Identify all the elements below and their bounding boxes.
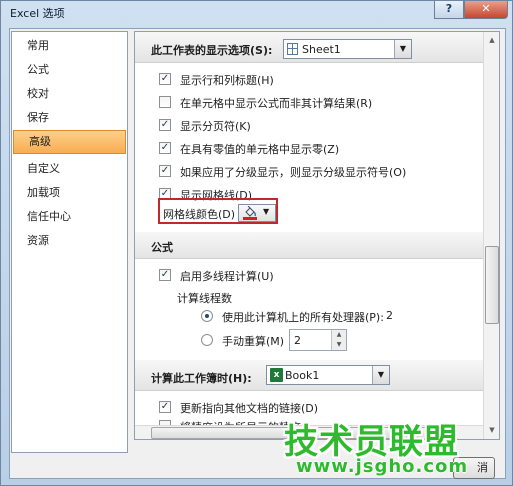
gridline-color-swatch (243, 217, 257, 220)
sidebar-item-trust-center[interactable]: 信任中心 (12, 205, 127, 229)
sidebar-item-advanced[interactable]: 高级 (13, 130, 126, 154)
option-label: 显示分页符(K) (180, 120, 251, 133)
sheet-select-value: Sheet1 (302, 43, 341, 56)
excel-icon: x (270, 368, 283, 382)
sidebar-item-save[interactable]: 保存 (12, 106, 127, 130)
grip-icon: ||| (297, 430, 308, 438)
checkbox-update-links[interactable]: ✓ (159, 401, 171, 413)
scroll-up-icon[interactable]: ▲ (484, 32, 499, 48)
sidebar-item-resources[interactable]: 资源 (12, 229, 127, 253)
horizontal-scrollbar-thumb[interactable]: ||| (151, 427, 451, 439)
cancel-button[interactable]: 消 (453, 457, 495, 479)
excel-options-window: Excel 选项 ? ✕ 常用 公式 校对 保存 高级 自定义 加载项 信任中心… (0, 0, 513, 486)
worksheet-section-header: 此工作表的显示选项(S): Sheet1 ▼ (135, 32, 483, 63)
formulas-section-header: 公式 (135, 232, 483, 259)
sidebar-item-proofing[interactable]: 校对 (12, 82, 127, 106)
thread-count-stepper[interactable]: 2 ▲ ▼ (289, 329, 347, 351)
chevron-down-icon: ▼ (263, 207, 270, 216)
chevron-down-icon[interactable]: ▼ (332, 340, 346, 350)
window-title: Excel 选项 (10, 7, 65, 20)
scrollbar-thumb[interactable] (485, 246, 499, 324)
workbook-select-value: Book1 (285, 369, 320, 382)
worksheet-icon (287, 43, 298, 55)
option-label: 在具有零值的单元格中显示零(Z) (180, 143, 340, 156)
sidebar-item-popular[interactable]: 常用 (12, 34, 127, 58)
formulas-section-title: 公式 (151, 241, 173, 254)
checkbox-show-page-breaks[interactable]: ✓ (159, 119, 171, 131)
checkbox-show-formulas[interactable] (159, 96, 171, 108)
chevron-up-icon[interactable]: ▲ (332, 330, 346, 340)
option-label: 手动重算(M) (222, 335, 285, 348)
options-sidebar: 常用 公式 校对 保存 高级 自定义 加载项 信任中心 资源 (11, 31, 128, 453)
gridline-color-label: 网格线颜色(D) (163, 208, 236, 221)
sidebar-item-customize[interactable]: 自定义 (12, 157, 127, 181)
chevron-down-icon[interactable]: ▼ (372, 366, 389, 384)
option-label: 显示行和列标题(H) (180, 74, 274, 87)
stepper-buttons[interactable]: ▲ ▼ (331, 330, 346, 350)
radio-manual-threads[interactable] (201, 334, 213, 346)
option-label: 在单元格中显示公式而非其计算结果(R) (180, 97, 373, 110)
checkbox-show-headers[interactable]: ✓ (159, 73, 171, 85)
advanced-options-panel: 此工作表的显示选项(S): Sheet1 ▼ ✓ 显示行和列标题(H) 在单元格… (134, 31, 500, 440)
sidebar-item-formulas[interactable]: 公式 (12, 58, 127, 82)
sidebar-item-add-ins[interactable]: 加载项 (12, 181, 127, 205)
workbook-section-header: 计算此工作簿时(H): x Book1 ▼ (135, 360, 483, 391)
title-bar[interactable]: Excel 选项 ? ✕ (1, 1, 512, 23)
sheet-select[interactable]: Sheet1 ▼ (283, 39, 412, 59)
vertical-scrollbar[interactable]: ▲ ▼ (483, 32, 499, 439)
option-label: 使用此计算机上的所有处理器(P): (222, 311, 384, 324)
close-button[interactable]: ✕ (464, 1, 508, 19)
processor-count: 2 (386, 309, 393, 322)
gridline-color-button[interactable]: ▼ (238, 204, 276, 222)
threads-label: 计算线程数 (177, 292, 232, 305)
workbook-section-title: 计算此工作簿时(H): (151, 372, 252, 385)
workbook-select[interactable]: x Book1 ▼ (266, 365, 390, 385)
horizontal-scrollbar[interactable]: ||| (135, 425, 483, 439)
checkbox-show-outline[interactable]: ✓ (159, 165, 171, 177)
option-label: 更新指向其他文档的链接(D) (180, 402, 319, 415)
checkbox-multithread[interactable]: ✓ (159, 269, 171, 281)
help-button[interactable]: ? (434, 1, 464, 19)
option-label: 启用多线程计算(U) (180, 270, 274, 283)
scroll-down-icon[interactable]: ▼ (484, 422, 499, 438)
thread-count-value: 2 (294, 334, 301, 347)
checkbox-show-zeros[interactable]: ✓ (159, 142, 171, 154)
radio-use-all-processors[interactable] (201, 310, 213, 322)
worksheet-section-title: 此工作表的显示选项(S): (151, 44, 273, 57)
chevron-down-icon[interactable]: ▼ (394, 40, 411, 58)
option-label: 如果应用了分级显示，则显示分级显示符号(O) (180, 166, 407, 179)
